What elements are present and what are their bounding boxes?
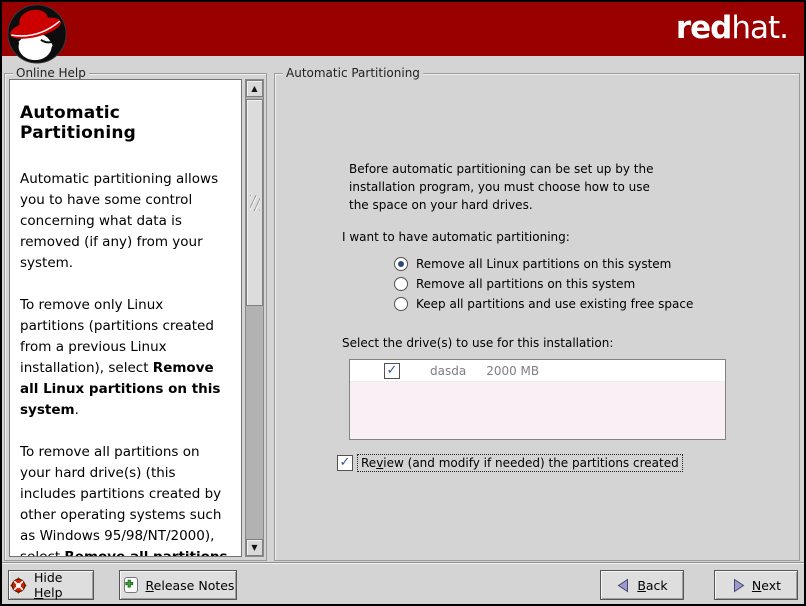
review-checkbox-checked[interactable]: ✓ bbox=[337, 455, 353, 471]
back-arrow-icon bbox=[616, 578, 631, 593]
radio-button[interactable] bbox=[394, 297, 408, 311]
help-title: Automatic Partitioning bbox=[20, 103, 231, 143]
header-banner: redhat. bbox=[2, 2, 804, 56]
next-arrow-icon bbox=[731, 578, 746, 593]
drive-checkbox-checked[interactable]: ✓ bbox=[384, 363, 400, 379]
help-text-panel: Automatic Partitioning Automatic partiti… bbox=[9, 79, 242, 557]
scroll-up-button[interactable]: ▲ bbox=[246, 80, 263, 97]
drive-size: 2000 MB bbox=[486, 364, 539, 378]
review-checkbox-label: Review (and modify if needed) the partit… bbox=[357, 454, 683, 472]
drive-list[interactable]: ✓ dasda 2000 MB bbox=[349, 359, 726, 440]
radio-label: Remove all Linux partitions on this syst… bbox=[416, 257, 671, 271]
brand-light: hat. bbox=[731, 10, 788, 46]
radio-dot bbox=[398, 261, 404, 267]
intro-text: Before automatic partitioning can be set… bbox=[349, 160, 653, 214]
hide-help-label: Hide Help bbox=[34, 570, 93, 600]
radio-button[interactable] bbox=[394, 277, 408, 291]
radio-keep-all-partitions[interactable]: Keep all partitions and use existing fre… bbox=[394, 295, 693, 313]
release-notes-button[interactable]: Release Notes bbox=[119, 570, 237, 600]
release-notes-document-icon bbox=[122, 576, 140, 594]
radio-label: Remove all partitions on this system bbox=[416, 277, 635, 291]
radio-remove-all-partitions[interactable]: Remove all partitions on this system bbox=[394, 275, 635, 293]
back-button[interactable]: Back bbox=[600, 570, 684, 600]
review-partitions-option[interactable]: ✓ Review (and modify if needed) the part… bbox=[337, 454, 683, 472]
help-content: Automatic Partitioning Automatic partiti… bbox=[10, 103, 241, 557]
help-scrollbar[interactable]: ▲ ▼ bbox=[245, 79, 264, 557]
help-paragraph-3: To remove all partitions on your hard dr… bbox=[20, 442, 231, 557]
back-label: Back bbox=[637, 578, 667, 593]
installer-window: redhat. Online Help Automatic Partitioni… bbox=[0, 0, 806, 606]
redhat-wordmark: redhat. bbox=[676, 10, 788, 46]
online-help-frame: Online Help Automatic Partitioning Autom… bbox=[4, 73, 267, 561]
radio-button-selected[interactable] bbox=[394, 257, 408, 271]
lifebuoy-help-icon bbox=[9, 576, 28, 595]
next-button[interactable]: Next bbox=[714, 570, 798, 600]
scrollbar-grip bbox=[250, 195, 260, 211]
drive-name: dasda bbox=[430, 364, 466, 378]
drive-select-label: Select the drive(s) to use for this inst… bbox=[342, 336, 613, 350]
footer-bar: Hide Help Release Notes Back Next bbox=[2, 562, 804, 604]
next-label: Next bbox=[752, 578, 781, 593]
automatic-partitioning-frame-label: Automatic Partitioning bbox=[283, 66, 423, 80]
help-paragraph-2: To remove only Linux partitions (partiti… bbox=[20, 295, 231, 421]
redhat-shadowman-logo bbox=[6, 3, 68, 65]
radio-remove-linux-partitions[interactable]: Remove all Linux partitions on this syst… bbox=[394, 255, 671, 273]
radio-label: Keep all partitions and use existing fre… bbox=[416, 297, 693, 311]
partitioning-question-label: I want to have automatic partitioning: bbox=[342, 230, 570, 244]
brand-bold: red bbox=[676, 10, 732, 46]
release-notes-label: Release Notes bbox=[146, 578, 235, 593]
hide-help-button[interactable]: Hide Help bbox=[8, 570, 94, 600]
drive-row-dasda[interactable]: ✓ dasda 2000 MB bbox=[350, 360, 725, 382]
automatic-partitioning-frame: Automatic Partitioning Before automatic … bbox=[274, 73, 800, 561]
help-paragraph-1: Automatic partitioning allows you to hav… bbox=[20, 169, 231, 274]
scroll-down-button[interactable]: ▼ bbox=[246, 539, 263, 556]
online-help-frame-label: Online Help bbox=[13, 66, 89, 80]
scrollbar-thumb[interactable] bbox=[246, 99, 263, 306]
